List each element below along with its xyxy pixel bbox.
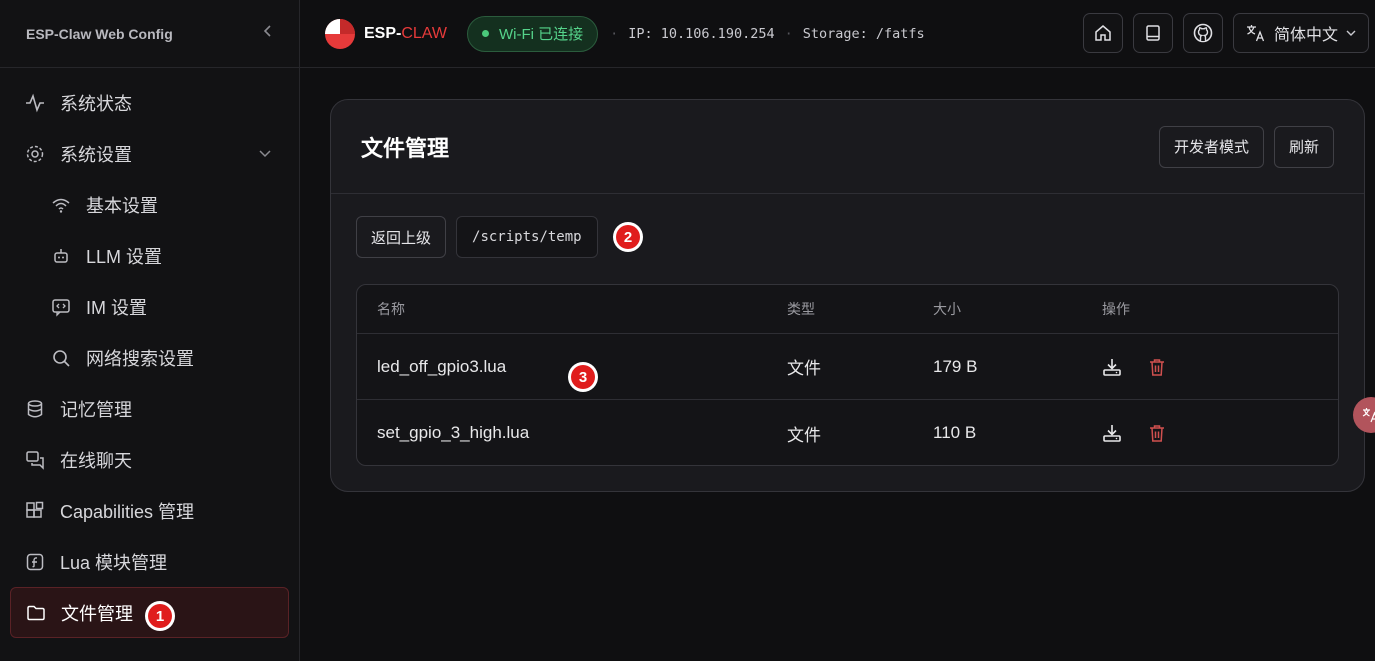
github-icon — [1193, 23, 1213, 43]
sidebar-item-system-settings[interactable]: 系统设置 — [0, 128, 299, 179]
connection-meta: · IP: 10.106.190.254 · Storage: /fatfs — [610, 25, 925, 42]
annotation-marker: 3 — [568, 362, 598, 392]
sidebar-item-im-settings[interactable]: IM 设置 — [0, 281, 299, 332]
sidebar-item-system-status[interactable]: 系统状态 — [0, 77, 299, 128]
sidebar-nav: 系统状态 系统设置 基本设置 LLM 设置 IM 设置 网络搜索设置 记忆管理 — [0, 68, 299, 638]
sidebar-header: ESP-Claw Web Config — [0, 0, 299, 68]
row-actions — [1102, 334, 1166, 399]
top-actions: 简体中文 — [1082, 13, 1369, 53]
trash-icon[interactable] — [1148, 357, 1166, 377]
database-icon — [24, 398, 46, 420]
row-actions — [1102, 400, 1166, 465]
sidebar-item-label: 网络搜索设置 — [86, 348, 194, 369]
file-name[interactable]: led_off_gpio3.lua — [377, 334, 506, 399]
file-type: 文件 — [787, 359, 821, 378]
sidebar-item-label: LLM 设置 — [86, 246, 163, 267]
sidebar-item-memory[interactable]: 记忆管理 — [0, 383, 299, 434]
claw-logo-icon — [325, 18, 355, 49]
activity-icon — [24, 92, 46, 114]
download-icon[interactable] — [1102, 423, 1122, 443]
book-icon — [1146, 25, 1160, 41]
page-title: 文件管理 — [361, 135, 450, 161]
logo[interactable]: ESP-CLAW — [324, 18, 447, 50]
blocks-icon — [24, 500, 46, 522]
bot-icon — [50, 245, 72, 267]
table-header: 名称 类型 大小 操作 — [357, 285, 1338, 334]
sidebar-item-label: 系统状态 — [60, 93, 132, 114]
chat-icon — [24, 449, 46, 471]
file-size: 179 B — [933, 356, 978, 376]
search-icon — [50, 347, 72, 369]
sidebar-item-online-chat[interactable]: 在线聊天 — [0, 434, 299, 485]
column-name: 名称 — [377, 301, 405, 317]
sidebar-item-label: 在线聊天 — [60, 450, 132, 471]
status-dot — [481, 30, 489, 37]
wifi-status-badge: Wi-Fi 已连接 — [466, 15, 599, 52]
card-actions: 开发者模式 刷新 — [1158, 125, 1334, 168]
sidebar-item-label: 文件管理 — [61, 603, 133, 624]
back-button[interactable]: 返回上级 — [356, 216, 447, 258]
sidebar-item-label: 系统设置 — [60, 144, 132, 165]
storage-path: Storage: /fatfs — [802, 25, 925, 42]
sidebar-item-capabilities[interactable]: Capabilities 管理 — [0, 485, 299, 536]
sidebar-item-llm-settings[interactable]: LLM 设置 — [0, 230, 299, 281]
sidebar-item-basic-settings[interactable]: 基本设置 — [0, 179, 299, 230]
sidebar-item-label: 记忆管理 — [60, 399, 132, 420]
chevron-left-icon[interactable] — [263, 24, 273, 43]
table-row[interactable]: set_gpio_3_high.lua 文件 110 B — [357, 400, 1338, 465]
refresh-button[interactable]: 刷新 — [1273, 125, 1334, 168]
message-code-icon — [50, 296, 72, 318]
docs-button[interactable] — [1132, 13, 1173, 53]
github-button[interactable] — [1182, 13, 1223, 53]
developer-mode-button[interactable]: 开发者模式 — [1158, 125, 1264, 168]
file-size: 110 B — [933, 423, 977, 442]
sidebar-title: ESP-Claw Web Config — [26, 25, 173, 42]
annotation-marker: 1 — [145, 601, 175, 631]
sidebar-item-label: IM 设置 — [86, 297, 147, 318]
path-row: 返回上级 /scripts/temp — [356, 216, 598, 258]
logo-text: ESP-CLAW — [364, 24, 447, 42]
table-row[interactable]: led_off_gpio3.lua 文件 179 B 3 — [357, 334, 1338, 400]
sidebar-item-lua-modules[interactable]: Lua 模块管理 — [0, 536, 299, 587]
file-manager-card: 文件管理 开发者模式 刷新 返回上级 /scripts/temp 2 名称 类型… — [330, 99, 1365, 492]
sidebar: ESP-Claw Web Config 系统状态 系统设置 基本设置 LLM 设… — [0, 0, 300, 661]
chevron-down-icon — [1346, 30, 1356, 36]
home-button[interactable] — [1082, 13, 1123, 53]
trash-icon[interactable] — [1148, 423, 1166, 443]
column-type: 类型 — [787, 301, 815, 317]
ip-address: IP: 10.106.190.254 — [628, 25, 775, 42]
function-icon — [24, 551, 46, 573]
sidebar-item-label: Capabilities 管理 — [60, 501, 195, 522]
sidebar-item-label: 基本设置 — [86, 195, 158, 216]
sidebar-item-label: Lua 模块管理 — [60, 552, 168, 573]
folder-icon — [25, 602, 47, 624]
current-path: /scripts/temp — [456, 216, 598, 258]
file-type: 文件 — [787, 425, 821, 445]
home-icon — [1095, 25, 1111, 41]
sidebar-item-file-manager[interactable]: 文件管理 1 — [10, 587, 289, 638]
download-icon[interactable] — [1102, 357, 1122, 377]
translate-icon — [1246, 25, 1265, 42]
wifi-icon — [50, 194, 72, 216]
language-select[interactable]: 简体中文 — [1232, 13, 1369, 53]
sidebar-item-web-search-settings[interactable]: 网络搜索设置 — [0, 332, 299, 383]
chevron-down-icon — [259, 147, 271, 161]
file-table: 名称 类型 大小 操作 led_off_gpio3.lua 文件 179 B 3… — [356, 284, 1339, 466]
gear-icon — [24, 143, 46, 165]
column-ops: 操作 — [1102, 301, 1130, 317]
annotation-marker: 2 — [613, 222, 643, 252]
card-header: 文件管理 开发者模式 刷新 — [331, 100, 1364, 194]
file-name[interactable]: set_gpio_3_high.lua — [377, 400, 529, 465]
column-size: 大小 — [933, 301, 961, 317]
topbar: ESP-CLAW Wi-Fi 已连接 · IP: 10.106.190.254 … — [300, 0, 1375, 68]
